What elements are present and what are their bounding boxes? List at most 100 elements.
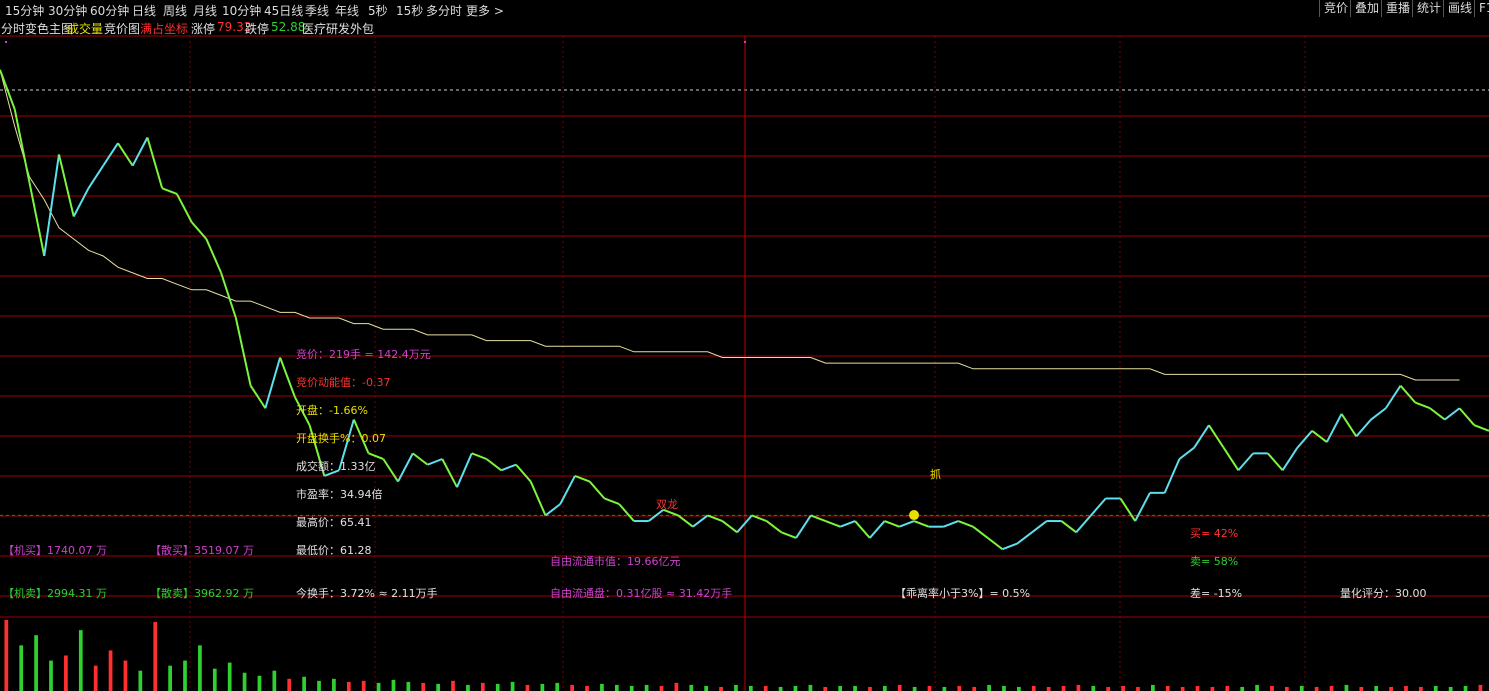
volume-bar: [868, 686, 872, 691]
volume-bar: [287, 678, 292, 691]
volume-bar: [882, 685, 887, 691]
volume-bar: [123, 660, 128, 691]
price-line-segment: [1370, 407, 1387, 421]
volume-bar: [748, 685, 753, 691]
tab-more[interactable]: 更多 >: [466, 2, 504, 19]
volume-bar: [853, 685, 857, 691]
volume-bar: [1180, 686, 1185, 691]
tab-30min[interactable]: 30分钟: [48, 2, 87, 19]
turnover-info: 今换手：3.72% ≈ 2.11万手: [296, 587, 438, 600]
period-toolbar: 15分钟 30分钟 60分钟 日线 周线 月线 10分钟 45日线 季线 年线 …: [0, 0, 1489, 18]
volume-bar: [972, 686, 977, 691]
price-line-segment: [441, 458, 458, 488]
volume-bar: [242, 672, 247, 691]
price-line-segment: [117, 142, 134, 167]
price-line-segment: [1399, 385, 1417, 404]
price-line-segment: [471, 452, 487, 460]
tab-daily[interactable]: 日线: [132, 2, 156, 19]
tab-5sec[interactable]: 5秒: [368, 2, 388, 19]
tab-45day[interactable]: 45日线: [264, 2, 303, 19]
full-coord-toggle[interactable]: 满占坐标: [140, 20, 188, 37]
volume-bar: [93, 665, 98, 691]
volume-bar: [1046, 686, 1051, 691]
deviation-info: 【乖离率小于3%】= 0.5%: [895, 587, 1031, 600]
volume-bar: [451, 680, 455, 691]
price-line-segment: [677, 514, 694, 528]
auction-indicator-label[interactable]: 竞价图: [104, 20, 140, 37]
high-price-info: 最高价：65.41: [296, 516, 372, 529]
price-line-segment: [249, 385, 267, 409]
price-line-segment: [1090, 497, 1107, 517]
price-line-segment: [1355, 418, 1372, 438]
overlay-button[interactable]: 叠加: [1350, 0, 1383, 17]
catch-marker: 抓: [930, 468, 941, 481]
volume-bar: [719, 686, 723, 691]
volume-indicator-label[interactable]: 成交量: [67, 20, 103, 37]
concept-label[interactable]: 医疗研发外包: [302, 20, 374, 37]
price-line-segment: [102, 142, 119, 167]
auction-button[interactable]: 竞价: [1319, 0, 1352, 17]
draw-button[interactable]: 画线: [1443, 0, 1476, 17]
price-line-segment: [1340, 413, 1358, 437]
volume-bar: [1210, 686, 1215, 691]
volume-bar: [778, 686, 783, 691]
price-line-segment: [839, 520, 856, 528]
volume-bar: [332, 678, 336, 691]
volume-bar: [1150, 684, 1155, 691]
volume-bar: [570, 684, 575, 691]
price-line-segment: [913, 520, 930, 528]
inst-buy-info: 【机买】1740.07 万: [3, 544, 107, 557]
volume-bar: [406, 681, 411, 691]
volume-bar: [49, 660, 53, 691]
volume-bar: [421, 682, 426, 691]
tab-15sec[interactable]: 15秒: [396, 2, 423, 19]
volume-bar: [927, 685, 932, 691]
price-line-segment: [972, 525, 989, 539]
main-indicator-label[interactable]: 分时变色主图: [1, 20, 73, 37]
inst-sell-info: 【机卖】2994.31 万: [3, 587, 107, 600]
price-line-segment: [1444, 407, 1461, 421]
volume-bar: [1285, 686, 1289, 691]
f1-button[interactable]: F1: [1474, 0, 1489, 17]
tab-15min[interactable]: 15分钟: [5, 2, 44, 19]
price-line-segment: [1237, 452, 1254, 471]
volume-bar: [808, 684, 813, 691]
price-line-segment: [176, 193, 193, 223]
stats-button[interactable]: 统计: [1412, 0, 1445, 17]
volume-bar: [1344, 684, 1349, 691]
price-line-segment: [869, 520, 886, 539]
price-line-segment: [604, 497, 620, 506]
replay-button[interactable]: 重播: [1381, 0, 1414, 17]
auction-info: 竞价：219手 = 142.4万元: [296, 348, 431, 361]
tab-weekly[interactable]: 周线: [163, 2, 187, 19]
price-line-segment: [1473, 424, 1489, 432]
price-line-segment: [1429, 407, 1446, 421]
volume-bar: [227, 662, 232, 691]
tab-10min[interactable]: 10分钟: [222, 2, 261, 19]
volume-bar: [1225, 685, 1230, 691]
price-line-segment: [529, 481, 547, 516]
volume-bar: [436, 683, 440, 691]
tab-60min[interactable]: 60分钟: [90, 2, 129, 19]
tab-multi-day[interactable]: 多分时: [426, 2, 462, 19]
tab-quarterly[interactable]: 季线: [305, 2, 329, 19]
tab-yearly[interactable]: 年线: [335, 2, 359, 19]
center-marker: [744, 41, 746, 43]
volume-bar: [495, 683, 500, 691]
volume-bar: [1031, 685, 1036, 691]
price-line-segment: [1222, 447, 1240, 471]
volume-bar: [1448, 686, 1453, 691]
volume-bar: [614, 684, 619, 691]
price-line-segment: [412, 452, 429, 466]
volume-bar: [1463, 685, 1468, 691]
volume-bar: [1121, 685, 1125, 691]
price-line-segment: [943, 520, 959, 528]
signal-label: 双龙: [656, 498, 678, 511]
volume-bar: [510, 681, 515, 691]
tab-monthly[interactable]: 月线: [193, 2, 217, 19]
diff-info: 差= -15%: [1190, 587, 1243, 600]
price-line-segment: [13, 109, 31, 183]
price-line-segment: [1267, 452, 1284, 471]
volume-bar: [525, 684, 530, 691]
volume-bar: [1016, 686, 1021, 691]
